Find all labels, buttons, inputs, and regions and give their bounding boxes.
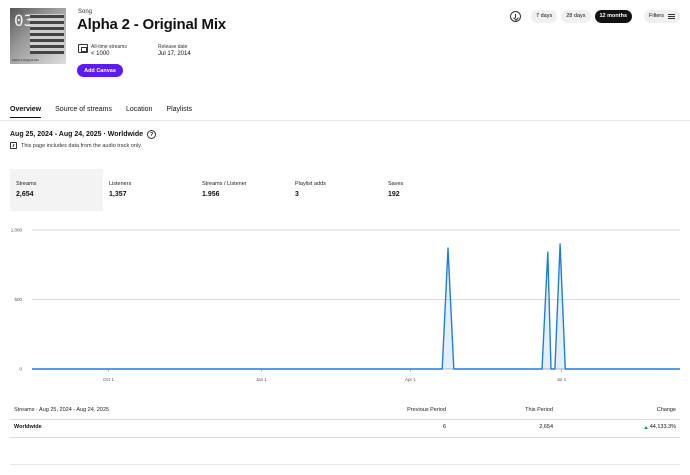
chart-y-tick-label: 0 <box>19 367 22 372</box>
note-icon <box>10 142 17 149</box>
metric-value: 1.956 <box>202 191 220 198</box>
table-row: Worldwide 6 2,654 44,133.3% <box>10 421 680 436</box>
song-title: Alpha 2 - Original Mix <box>77 16 226 33</box>
row-change-value: 44,133.3% <box>649 424 676 430</box>
table-divider <box>10 437 680 438</box>
metric-saves[interactable]: Saves 192 <box>382 169 475 211</box>
all-time-streams-label: All-time streams <box>91 44 127 50</box>
metric-value: 3 <box>295 191 299 198</box>
chart-y-tick-label: 1,000 <box>11 228 23 233</box>
chart-x-tick-label: Oct 1 <box>103 377 114 382</box>
page-bottom-divider <box>10 464 680 465</box>
row-name: Worldwide <box>14 424 42 430</box>
metric-listeners[interactable]: Listeners 1,357 <box>103 169 196 211</box>
add-canvas-button[interactable]: Add Canvas <box>77 64 123 77</box>
tab-source-of-streams[interactable]: Source of streams <box>55 106 112 113</box>
release-date-label: Release date <box>158 44 188 50</box>
metric-label: Streams / Listener <box>202 181 247 187</box>
streams-chart-svg: 1,000 500 0 Oct 1 Jan 1 Apr 1 Jul 1 <box>11 228 680 382</box>
chart-y-tick-label: 500 <box>14 297 22 302</box>
metric-value: 1,357 <box>109 191 127 198</box>
song-type-label: Song <box>78 9 93 15</box>
table-header-change[interactable]: Change <box>657 407 676 413</box>
range-title-text: Aug 25, 2024 - Aug 24, 2025 · Worldwide <box>10 131 144 138</box>
chart-x-tick-label: Jul 1 <box>557 377 567 382</box>
table-header-name: Streams · Aug 25, 2024 - Aug 24, 2025 <box>14 407 110 413</box>
chart-series-area <box>32 243 680 369</box>
streams-icon <box>78 44 88 53</box>
metric-streams[interactable]: Streams 2,654 <box>10 169 103 211</box>
range-title: Aug 25, 2024 - Aug 24, 2025 · Worldwide … <box>10 130 157 139</box>
release-date-value: Jul 17, 2014 <box>158 51 191 57</box>
artwork-caption: Alpha 2 Original Mix <box>12 58 39 62</box>
sliders-icon <box>668 13 675 19</box>
table-header-previous[interactable]: Previous Period <box>407 407 446 413</box>
row-change: 44,133.3% <box>643 424 676 430</box>
arrow-up-icon <box>643 425 648 429</box>
metrics-bar: Streams 2,654 Listeners 1,357 Streams / … <box>10 169 680 211</box>
metric-streams-per-listener[interactable]: Streams / Listener 1.956 <box>196 169 289 211</box>
song-artwork: 03 Alpha 2 Original Mix <box>10 8 66 64</box>
filters-label: Filters <box>649 13 664 19</box>
metric-label: Streams <box>16 181 37 187</box>
filters-button[interactable]: Filters <box>644 9 680 23</box>
row-previous: 6 <box>442 424 446 430</box>
tab-divider <box>0 120 690 121</box>
table-header: Streams · Aug 25, 2024 - Aug 24, 2025 Pr… <box>10 404 680 418</box>
row-current: 2,654 <box>539 424 553 430</box>
audio-note: This page includes data from the audio t… <box>10 142 142 149</box>
tab-bar: Overview Source of streams Location Play… <box>10 106 192 118</box>
table-header-current[interactable]: This Period <box>525 407 553 413</box>
chart-x-tick-label: Jan 1 <box>256 377 268 382</box>
metric-playlist-adds[interactable]: Playlist adds 3 <box>289 169 382 211</box>
all-time-streams-value: < 1000 <box>91 51 110 57</box>
chart-x-tick-label: Apr 1 <box>405 377 416 382</box>
range-7-days-button[interactable]: 7 days <box>531 9 558 23</box>
tab-playlists[interactable]: Playlists <box>166 106 192 113</box>
tab-location[interactable]: Location <box>126 106 152 113</box>
audio-note-text: This page includes data from the audio t… <box>21 142 142 149</box>
range-controls: 7 days 28 days 12 months Filters <box>510 9 680 23</box>
metric-value: 2,654 <box>16 191 34 198</box>
chart-series-line <box>32 243 680 370</box>
range-12-months-button[interactable]: 12 months <box>594 9 633 23</box>
download-icon[interactable] <box>510 10 522 22</box>
tab-overview[interactable]: Overview <box>10 106 42 118</box>
metric-label: Playlist adds <box>295 181 326 187</box>
help-icon[interactable]: ? <box>147 130 157 139</box>
metric-value: 192 <box>388 191 400 198</box>
all-time-streams: All-time streams < 1000 <box>91 44 127 57</box>
release-date: Release date Jul 17, 2014 <box>158 44 191 57</box>
streams-chart[interactable]: 1,000 500 0 Oct 1 Jan 1 Apr 1 Jul 1 <box>0 222 690 392</box>
metric-label: Listeners <box>109 181 132 187</box>
range-28-days-button[interactable]: 28 days <box>561 9 591 23</box>
table-divider <box>10 419 680 420</box>
metric-label: Saves <box>388 181 404 187</box>
artwork-building-image <box>30 14 64 54</box>
